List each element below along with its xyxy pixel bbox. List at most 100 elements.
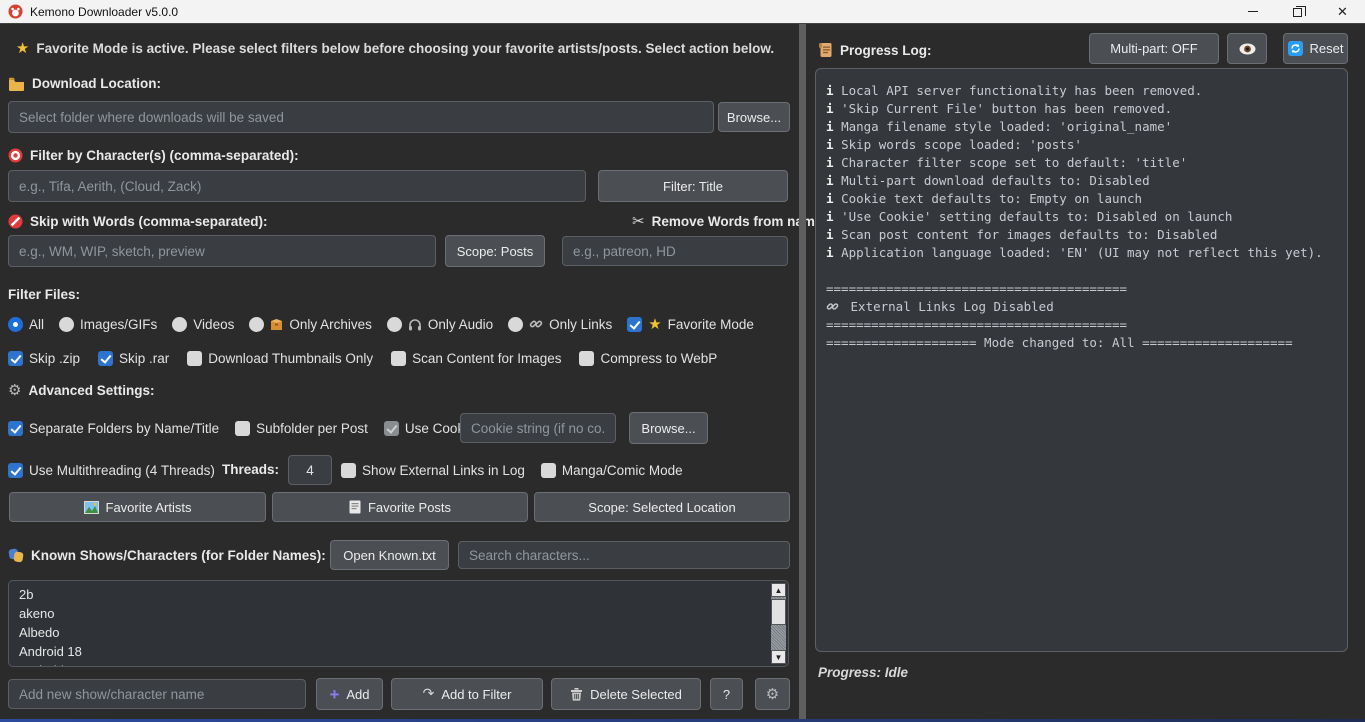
- cookie-browse-button[interactable]: Browse...: [629, 412, 708, 444]
- masks-icon: [8, 548, 24, 563]
- list-item[interactable]: akeno: [9, 604, 788, 623]
- star-icon: ★: [648, 317, 661, 332]
- character-filter-scope-button[interactable]: Filter: Title: [598, 170, 788, 202]
- eye-button[interactable]: [1227, 33, 1267, 64]
- title-bar: Kemono Downloader v5.0.0 ✕: [0, 0, 1365, 24]
- threads-input[interactable]: [288, 455, 332, 485]
- advanced-row-2b: Show External Links in Log Manga/Comic M…: [341, 455, 683, 485]
- checkbox-skip-rar[interactable]: Skip .rar: [98, 351, 169, 366]
- headphones-icon: [408, 318, 422, 331]
- download-browse-button[interactable]: Browse...: [718, 102, 790, 132]
- scroll-down-icon[interactable]: ▼: [771, 650, 786, 664]
- checkbox-show-external-links-in-log[interactable]: Show External Links in Log: [341, 463, 525, 478]
- character-filter-label: Filter by Character(s) (comma-separated)…: [8, 148, 299, 163]
- log-line: ========================================: [826, 316, 1337, 334]
- known-characters-label: Known Shows/Characters (for Folder Names…: [8, 548, 326, 563]
- advanced-row-2: Use Multithreading (4 Threads): [8, 455, 215, 485]
- cookie-string-input[interactable]: [460, 413, 616, 443]
- folder-icon: [8, 77, 25, 91]
- known-characters-list[interactable]: 2bakenoAlbedoAndroid 18Android 21 ▲ ▼: [8, 580, 789, 667]
- log-line: i 'Use Cookie' setting defaults to: Disa…: [826, 208, 1337, 226]
- multipart-toggle-button[interactable]: Multi-part: OFF: [1089, 33, 1219, 64]
- list-item[interactable]: Albedo: [9, 623, 788, 642]
- no-entry-icon: [8, 214, 23, 229]
- log-line: i Scan post content for images defaults …: [826, 226, 1337, 244]
- settings-gear-icon: ⚙: [766, 687, 779, 702]
- radio-all[interactable]: All: [8, 317, 44, 332]
- gear-icon: ⚙: [8, 383, 21, 398]
- close-icon: ✕: [1337, 4, 1348, 20]
- filter-files-checkbox-row: Skip .zip Skip .rar Download Thumbnails On…: [8, 348, 717, 368]
- radio-only-links[interactable]: Only Links: [508, 317, 612, 332]
- remove-words-label: ✂ Remove Words from name:: [632, 214, 827, 229]
- restore-button[interactable]: [1275, 0, 1320, 23]
- skip-scope-button[interactable]: Scope: Posts: [445, 235, 545, 267]
- reset-button[interactable]: Reset: [1283, 33, 1348, 64]
- settings-button[interactable]: ⚙: [755, 678, 790, 710]
- checkbox-separate-folders-by-name-title[interactable]: Separate Folders by Name/Title: [8, 421, 219, 436]
- checkbox-download-thumbnails-only[interactable]: Download Thumbnails Only: [187, 351, 373, 366]
- list-item[interactable]: Android 18: [9, 642, 788, 661]
- open-known-txt-button[interactable]: Open Known.txt: [330, 540, 449, 570]
- list-scrollbar[interactable]: ▲ ▼: [771, 583, 786, 664]
- panel-splitter[interactable]: [799, 24, 806, 719]
- threads-label: Threads:: [222, 462, 279, 477]
- checkbox-favorite-mode[interactable]: ★Favorite Mode: [627, 317, 754, 332]
- star-icon: ★: [16, 41, 29, 56]
- progress-status: Progress: Idle: [818, 665, 908, 680]
- scroll-icon: [818, 42, 833, 58]
- list-item[interactable]: 2b: [9, 585, 788, 604]
- character-filter-input[interactable]: [8, 170, 586, 202]
- log-line: i Multi-part download defaults to: Disab…: [826, 172, 1337, 190]
- log-line: i Local API server functionality has bee…: [826, 82, 1337, 100]
- archive-icon: [270, 318, 283, 331]
- scroll-up-icon[interactable]: ▲: [771, 583, 786, 597]
- window-title: Kemono Downloader v5.0.0: [30, 5, 178, 19]
- log-line: ========================================: [826, 280, 1337, 298]
- reset-icon: [1288, 41, 1303, 56]
- help-button[interactable]: ?: [710, 678, 743, 710]
- favorite-mode-banner: ★ Favorite Mode is active. Please select…: [0, 41, 790, 56]
- checkbox-skip-zip[interactable]: Skip .zip: [8, 351, 80, 366]
- progress-log-output[interactable]: i Local API server functionality has bee…: [815, 68, 1348, 652]
- character-search-input[interactable]: [458, 541, 790, 569]
- checkbox-compress-to-webp[interactable]: Compress to WebP: [579, 351, 717, 366]
- log-line: i Cookie text defaults to: Empty on laun…: [826, 190, 1337, 208]
- app-window: Kemono Downloader v5.0.0 ✕ ★ Favorite Mo…: [0, 0, 1365, 722]
- advanced-row-1: Separate Folders by Name/Title Subfolder…: [8, 413, 475, 443]
- minimize-button[interactable]: [1230, 0, 1275, 23]
- download-location-input[interactable]: [8, 101, 714, 133]
- radio-only-audio[interactable]: Only Audio: [387, 317, 493, 332]
- checkbox-manga-comic-mode[interactable]: Manga/Comic Mode: [541, 463, 683, 478]
- scissors-icon: ✂: [632, 214, 645, 229]
- list-item[interactable]: Android 21: [9, 661, 788, 667]
- delete-selected-button[interactable]: Delete Selected: [551, 678, 701, 710]
- radio-images-gifs[interactable]: Images/GIFs: [59, 317, 157, 332]
- add-button[interactable]: + Add: [316, 678, 383, 710]
- download-location-label: Download Location:: [8, 76, 161, 91]
- picture-icon: [84, 501, 99, 514]
- log-line: [826, 262, 1337, 280]
- skip-words-label: Skip with Words (comma-separated):: [8, 214, 268, 229]
- remove-words-input[interactable]: [562, 236, 788, 266]
- filter-files-row: All Images/GIFs Videos Only Archives Only Au…: [8, 314, 754, 334]
- scrollbar-thumb[interactable]: [771, 599, 786, 625]
- skip-words-input[interactable]: [8, 235, 436, 267]
- scope-selected-location-button[interactable]: Scope: Selected Location: [534, 492, 790, 522]
- add-to-filter-button[interactable]: ↷ Add to Filter: [391, 678, 543, 710]
- radio-videos[interactable]: Videos: [172, 317, 234, 332]
- checkbox-scan-content-for-images[interactable]: Scan Content for Images: [391, 351, 561, 366]
- favorite-artists-button[interactable]: Favorite Artists: [9, 492, 266, 522]
- log-line: i Manga filename style loaded: 'original…: [826, 118, 1337, 136]
- target-icon: [8, 148, 23, 163]
- checkbox-subfolder-per-post[interactable]: Subfolder per Post: [235, 421, 368, 436]
- log-line: i Skip words scope loaded: 'posts': [826, 136, 1337, 154]
- add-character-input[interactable]: [8, 679, 306, 709]
- minimize-icon: [1248, 11, 1258, 12]
- close-button[interactable]: ✕: [1320, 0, 1365, 23]
- favorite-posts-button[interactable]: Favorite Posts: [272, 492, 528, 522]
- document-icon: [349, 500, 361, 514]
- radio-only-archives[interactable]: Only Archives: [249, 317, 372, 332]
- checkbox-use-multithreading-4-threads[interactable]: Use Multithreading (4 Threads): [8, 463, 215, 478]
- log-line: ==================== Mode changed to: Al…: [826, 334, 1337, 352]
